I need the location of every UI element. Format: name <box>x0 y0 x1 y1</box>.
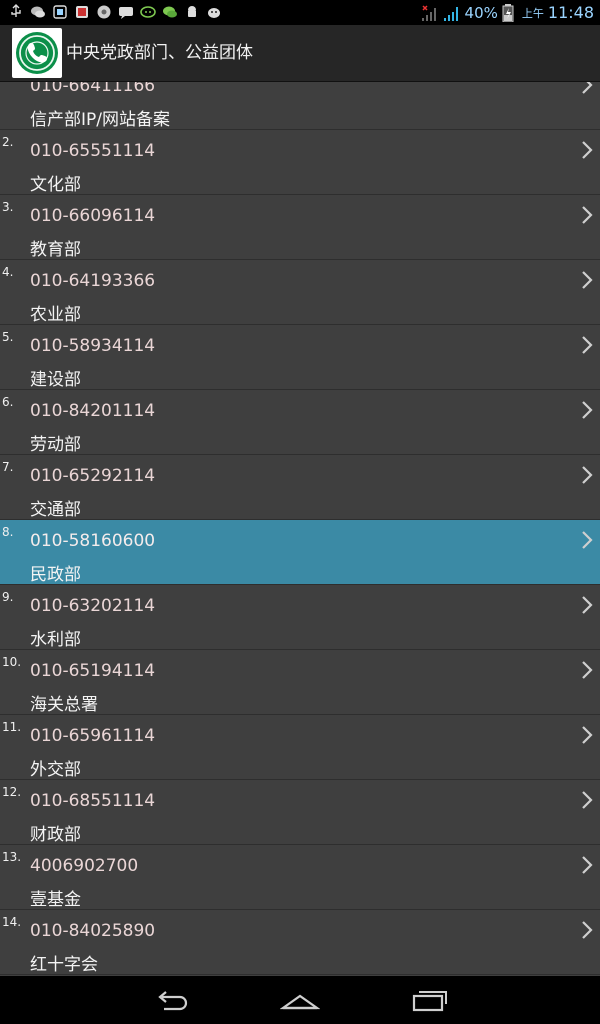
notification-icons <box>8 4 222 20</box>
list-item[interactable]: 11. 010-65961114 外交部 <box>0 715 600 780</box>
item-index: 6. <box>2 395 14 409</box>
item-phone-number: 010-63202114 <box>30 596 156 616</box>
item-phone-number: 010-84025890 <box>30 921 156 941</box>
list-item[interactable]: 14. 010-84025890 红十字会 <box>0 910 600 975</box>
recent-apps-icon[interactable] <box>410 986 450 1014</box>
status-bar: 40% 上午 11:48 <box>0 0 600 25</box>
item-organization-name: 财政部 <box>30 825 81 845</box>
clock: 11:48 <box>547 3 594 22</box>
list-item[interactable]: 9. 010-63202114 水利部 <box>0 585 600 650</box>
item-phone-number: 010-68551114 <box>30 791 156 811</box>
list-item[interactable]: 5. 010-58934114 建设部 <box>0 325 600 390</box>
item-organization-name: 建设部 <box>30 370 81 390</box>
system-indicators: 40% 上午 11:48 <box>421 0 594 25</box>
item-index: 9. <box>2 590 14 604</box>
page-title: 中央党政部门、公益团体 <box>66 43 253 63</box>
item-phone-number: 010-65551114 <box>30 141 156 161</box>
chevron-right-icon <box>582 271 593 289</box>
app-icon <box>76 6 88 18</box>
item-index: 4. <box>2 265 14 279</box>
screen: 40% 上午 11:48 中央党政部门、公益团体 010-66411166 信产部… <box>0 0 600 1024</box>
chevron-right-icon <box>582 856 593 874</box>
chevron-right-icon <box>582 466 593 484</box>
alien-icon <box>208 8 220 18</box>
list-item[interactable]: 010-66411166 信产部IP/网站备案 <box>0 82 600 130</box>
item-phone-number: 010-66096114 <box>30 206 156 226</box>
item-organization-name: 海关总署 <box>30 695 98 715</box>
item-index: 10. <box>2 655 22 669</box>
usb-icon <box>11 4 21 17</box>
chevron-right-icon <box>582 336 593 354</box>
android-icon <box>188 6 196 17</box>
chevron-right-icon <box>582 661 593 679</box>
back-icon[interactable] <box>152 986 192 1014</box>
list-item[interactable]: 2. 010-65551114 文化部 <box>0 130 600 195</box>
list-item[interactable]: 4. 010-64193366 农业部 <box>0 260 600 325</box>
list-item[interactable]: 3. 010-66096114 教育部 <box>0 195 600 260</box>
item-organization-name: 民政部 <box>30 565 81 585</box>
chevron-right-icon <box>582 596 593 614</box>
item-organization-name: 文化部 <box>30 175 81 195</box>
item-organization-name: 壹基金 <box>30 890 81 910</box>
item-phone-number: 010-65194114 <box>30 661 156 681</box>
item-phone-number: 010-66411166 <box>30 82 156 96</box>
phone-app-icon[interactable] <box>12 28 62 78</box>
item-organization-name: 农业部 <box>30 305 81 325</box>
battery-percent: 40% <box>464 3 498 22</box>
chevron-right-icon <box>582 82 593 94</box>
item-index: 12. <box>2 785 22 799</box>
item-organization-name: 交通部 <box>30 500 81 520</box>
item-organization-name: 外交部 <box>30 760 81 780</box>
chat-icon <box>31 6 45 18</box>
item-index: 8. <box>2 525 14 539</box>
list-item[interactable]: 7. 010-65292114 交通部 <box>0 455 600 520</box>
chevron-right-icon <box>582 141 593 159</box>
item-index: 2. <box>2 135 14 149</box>
chrome-icon <box>97 5 111 19</box>
chevron-right-icon <box>582 921 593 939</box>
contact-list[interactable]: 010-66411166 信产部IP/网站备案 2. 010-65551114 文化部 3… <box>0 82 600 976</box>
chevron-right-icon <box>582 726 593 744</box>
battery-charging-icon <box>502 3 514 22</box>
item-phone-number: 010-84201114 <box>30 401 156 421</box>
message-icon <box>119 7 133 19</box>
item-index: 5. <box>2 330 14 344</box>
time-ampm: 上午 <box>521 6 544 20</box>
list-item[interactable]: 12. 010-68551114 财政部 <box>0 780 600 845</box>
chevron-right-icon <box>582 401 593 419</box>
navigation-bar <box>0 976 600 1024</box>
wechat-icon <box>163 6 177 18</box>
home-icon[interactable] <box>280 986 320 1014</box>
item-organization-name: 红十字会 <box>30 955 98 975</box>
chevron-right-icon <box>582 206 593 224</box>
item-phone-number: 010-65292114 <box>30 466 156 486</box>
item-organization-name: 水利部 <box>30 630 81 650</box>
item-index: 7. <box>2 460 14 474</box>
signal-icon <box>443 6 458 21</box>
item-phone-number: 4006902700 <box>30 856 139 876</box>
action-bar: 中央党政部门、公益团体 <box>0 25 600 82</box>
item-organization-name: 教育部 <box>30 240 81 260</box>
screenshot-icon <box>53 5 67 19</box>
item-index: 11. <box>2 720 22 734</box>
list-item[interactable]: 6. 010-84201114 劳动部 <box>0 390 600 455</box>
contact-list-items: 010-66411166 信产部IP/网站备案 2. 010-65551114 文化部 3… <box>0 82 600 975</box>
wechat-icon <box>140 6 156 18</box>
no-signal-icon <box>421 4 436 21</box>
chevron-right-icon <box>582 531 593 549</box>
item-index: 13. <box>2 850 22 864</box>
item-organization-name: 信产部IP/网站备案 <box>30 110 170 130</box>
list-item[interactable]: 13. 4006902700 壹基金 <box>0 845 600 910</box>
item-organization-name: 劳动部 <box>30 435 81 455</box>
list-item[interactable]: 10. 010-65194114 海关总署 <box>0 650 600 715</box>
item-phone-number: 010-65961114 <box>30 726 156 746</box>
item-phone-number: 010-58934114 <box>30 336 156 356</box>
item-phone-number: 010-58160600 <box>30 531 156 551</box>
chevron-right-icon <box>582 791 593 809</box>
list-item[interactable]: 8. 010-58160600 民政部 <box>0 520 600 585</box>
item-index: 14. <box>2 915 22 929</box>
item-index: 3. <box>2 200 14 214</box>
item-phone-number: 010-64193366 <box>30 271 156 291</box>
